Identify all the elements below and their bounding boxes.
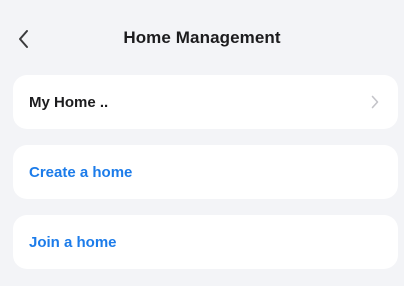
join-home-button[interactable]: Join a home bbox=[13, 215, 398, 269]
home-management-screen: Home Management My Home .. Create a home… bbox=[0, 0, 404, 286]
create-home-button[interactable]: Create a home bbox=[13, 145, 398, 199]
home-item-my-home[interactable]: My Home .. bbox=[13, 75, 398, 129]
chevron-right-icon bbox=[370, 94, 380, 110]
home-item-label: My Home .. bbox=[29, 93, 109, 111]
create-home-label: Create a home bbox=[29, 163, 133, 181]
page-title: Home Management bbox=[123, 28, 281, 47]
nav-header: Home Management bbox=[0, 0, 404, 76]
join-home-label: Join a home bbox=[29, 233, 117, 251]
